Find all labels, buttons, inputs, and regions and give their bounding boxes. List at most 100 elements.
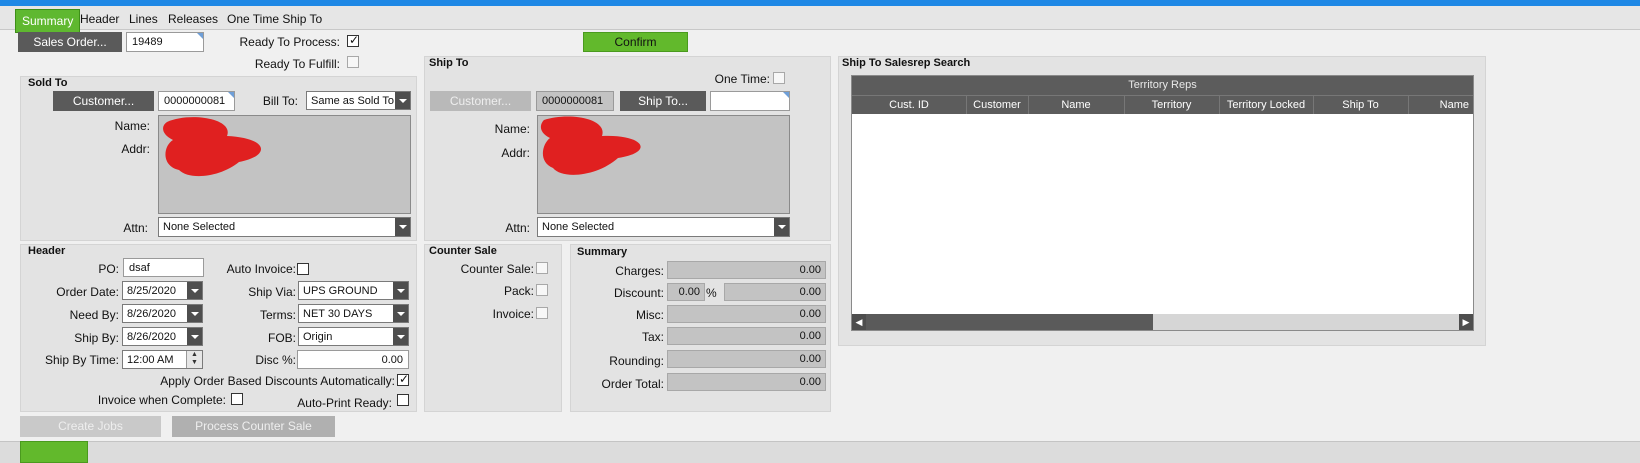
ship-by-time-value: 12:00 AM — [127, 354, 174, 366]
one-time-label: One Time: — [714, 72, 770, 86]
col-name-2[interactable]: Name — [1408, 96, 1473, 114]
sold-to-customer-input[interactable]: 0000000081 — [158, 91, 235, 111]
bill-to-value: Same as Sold To — [311, 95, 394, 107]
auto-invoice-label: Auto Invoice: — [226, 262, 296, 276]
check-icon: ✓ — [349, 33, 360, 47]
chevron-down-icon[interactable] — [395, 218, 410, 236]
tab-releases[interactable]: Releases — [168, 10, 218, 28]
tab-one-time-ship-to[interactable]: One Time Ship To — [227, 10, 322, 28]
counter-sale-checkbox[interactable] — [536, 262, 548, 274]
check-icon: ✓ — [399, 372, 410, 386]
fob-label: FOB: — [267, 331, 296, 345]
pack-label: Pack: — [503, 284, 534, 298]
salesrep-search-title: Ship To Salesrep Search — [842, 57, 971, 69]
col-name[interactable]: Name — [1028, 96, 1125, 114]
col-cust-id[interactable]: Cust. ID — [852, 96, 967, 114]
tab-header[interactable]: Header — [80, 10, 119, 28]
fob-dropdown[interactable]: Origin — [298, 327, 409, 346]
spinner-icon[interactable]: ▲ ▼ — [186, 351, 202, 368]
disc-pct-input[interactable]: 0.00 — [297, 350, 409, 369]
scroll-right-icon[interactable]: ▶ — [1459, 314, 1473, 330]
tab-lines[interactable]: Lines — [129, 10, 158, 28]
sold-to-attn-dropdown[interactable]: None Selected — [158, 217, 411, 237]
order-date-value: 8/25/2020 — [127, 285, 176, 297]
invoice-checkbox[interactable] — [536, 307, 548, 319]
chevron-down-icon[interactable] — [393, 305, 408, 322]
ship-to-customer-input: 0000000081 — [536, 91, 614, 111]
tax-label: Tax: — [641, 330, 664, 344]
invoice-label: Invoice: — [492, 307, 534, 321]
discount-pct-sign: % — [706, 286, 717, 300]
sold-to-attn-label: Attn: — [123, 221, 148, 235]
calendar-dropdown-icon[interactable] — [187, 282, 202, 299]
chevron-down-icon[interactable] — [393, 282, 408, 299]
terms-label: Terms: — [260, 308, 296, 322]
bottom-green-tab[interactable] — [20, 441, 88, 463]
ship-by-picker[interactable]: 8/26/2020 — [122, 327, 203, 346]
order-total-value: 0.00 — [667, 373, 826, 391]
scrollbar-thumb[interactable] — [866, 314, 1153, 330]
create-jobs-button[interactable]: Create Jobs — [20, 416, 161, 437]
ready-to-fulfill-checkbox[interactable] — [347, 56, 359, 68]
need-by-picker[interactable]: 8/26/2020 — [122, 304, 203, 323]
chevron-down-icon[interactable] — [393, 328, 408, 345]
po-input[interactable]: dsaf — [123, 258, 204, 277]
tax-value: 0.00 — [667, 327, 826, 345]
ship-to-customer-button[interactable]: Customer... — [430, 91, 531, 111]
misc-label: Misc: — [636, 308, 664, 322]
calendar-dropdown-icon[interactable] — [187, 305, 202, 322]
ship-to-addr-label: Addr: — [501, 146, 530, 160]
need-by-label: Need By: — [69, 308, 119, 322]
ship-to-button[interactable]: Ship To... — [620, 91, 706, 111]
scroll-left-icon[interactable]: ◀ — [852, 314, 866, 330]
ship-to-attn-value: None Selected — [542, 221, 615, 233]
sold-to-address-box — [158, 115, 411, 214]
summary-title: Summary — [577, 246, 628, 258]
invoice-when-complete-checkbox[interactable] — [231, 393, 243, 405]
territory-reps-grid[interactable]: Territory Reps Cust. ID Customer Name Te… — [851, 75, 1474, 331]
sales-order-input[interactable]: 19489 — [126, 32, 204, 52]
discount-pct-value: 0.00 — [667, 283, 705, 301]
ship-to-title: Ship To — [429, 57, 469, 69]
chevron-down-icon[interactable] — [774, 218, 789, 236]
ship-via-dropdown[interactable]: UPS GROUND — [298, 281, 409, 300]
col-territory-locked[interactable]: Territory Locked — [1219, 96, 1314, 114]
ship-to-attn-dropdown[interactable]: None Selected — [537, 217, 790, 237]
bill-to-dropdown[interactable]: Same as Sold To — [306, 91, 411, 110]
confirm-button[interactable]: Confirm — [583, 32, 688, 52]
tab-bar: Summary Header Lines Releases One Time S… — [0, 6, 1640, 33]
sales-order-button[interactable]: Sales Order... — [18, 32, 122, 52]
charges-label: Charges: — [615, 264, 664, 278]
col-territory[interactable]: Territory — [1124, 96, 1220, 114]
ship-to-attn-label: Attn: — [505, 221, 530, 235]
apply-discounts-checkbox[interactable]: ✓ — [397, 372, 410, 386]
horizontal-scrollbar[interactable]: ◀ ▶ — [852, 314, 1473, 330]
sold-to-addr-label: Addr: — [121, 142, 150, 156]
order-total-label: Order Total: — [601, 377, 664, 391]
ready-to-process-label: Ready To Process: — [239, 35, 341, 49]
tab-summary[interactable]: Summary — [15, 9, 81, 33]
auto-invoice-checkbox[interactable] — [297, 263, 309, 275]
charges-value: 0.00 — [667, 261, 826, 279]
ship-by-label: Ship By: — [74, 331, 119, 345]
bottom-bar — [0, 441, 1640, 463]
col-ship-to[interactable]: Ship To — [1313, 96, 1409, 114]
chevron-down-icon[interactable] — [395, 92, 410, 109]
ship-to-input[interactable] — [710, 91, 790, 111]
ship-by-time-spinner[interactable]: 12:00 AM ▲ ▼ — [122, 350, 203, 369]
process-counter-sale-button[interactable]: Process Counter Sale — [172, 416, 335, 437]
one-time-checkbox[interactable] — [773, 72, 785, 84]
ready-to-process-checkbox[interactable]: ✓ — [347, 33, 360, 47]
pack-checkbox[interactable] — [536, 284, 548, 296]
rounding-value: 0.00 — [667, 350, 826, 368]
invoice-when-complete-label: Invoice when Complete: — [97, 393, 226, 407]
discount-value: 0.00 — [724, 283, 826, 301]
grid-title: Territory Reps — [852, 76, 1473, 95]
order-date-picker[interactable]: 8/25/2020 — [122, 281, 203, 300]
auto-print-ready-checkbox[interactable] — [397, 394, 409, 406]
terms-dropdown[interactable]: NET 30 DAYS — [298, 304, 409, 323]
sold-to-customer-button[interactable]: Customer... — [53, 91, 154, 111]
calendar-dropdown-icon[interactable] — [187, 328, 202, 345]
po-label: PO: — [98, 262, 119, 276]
col-customer[interactable]: Customer — [966, 96, 1029, 114]
